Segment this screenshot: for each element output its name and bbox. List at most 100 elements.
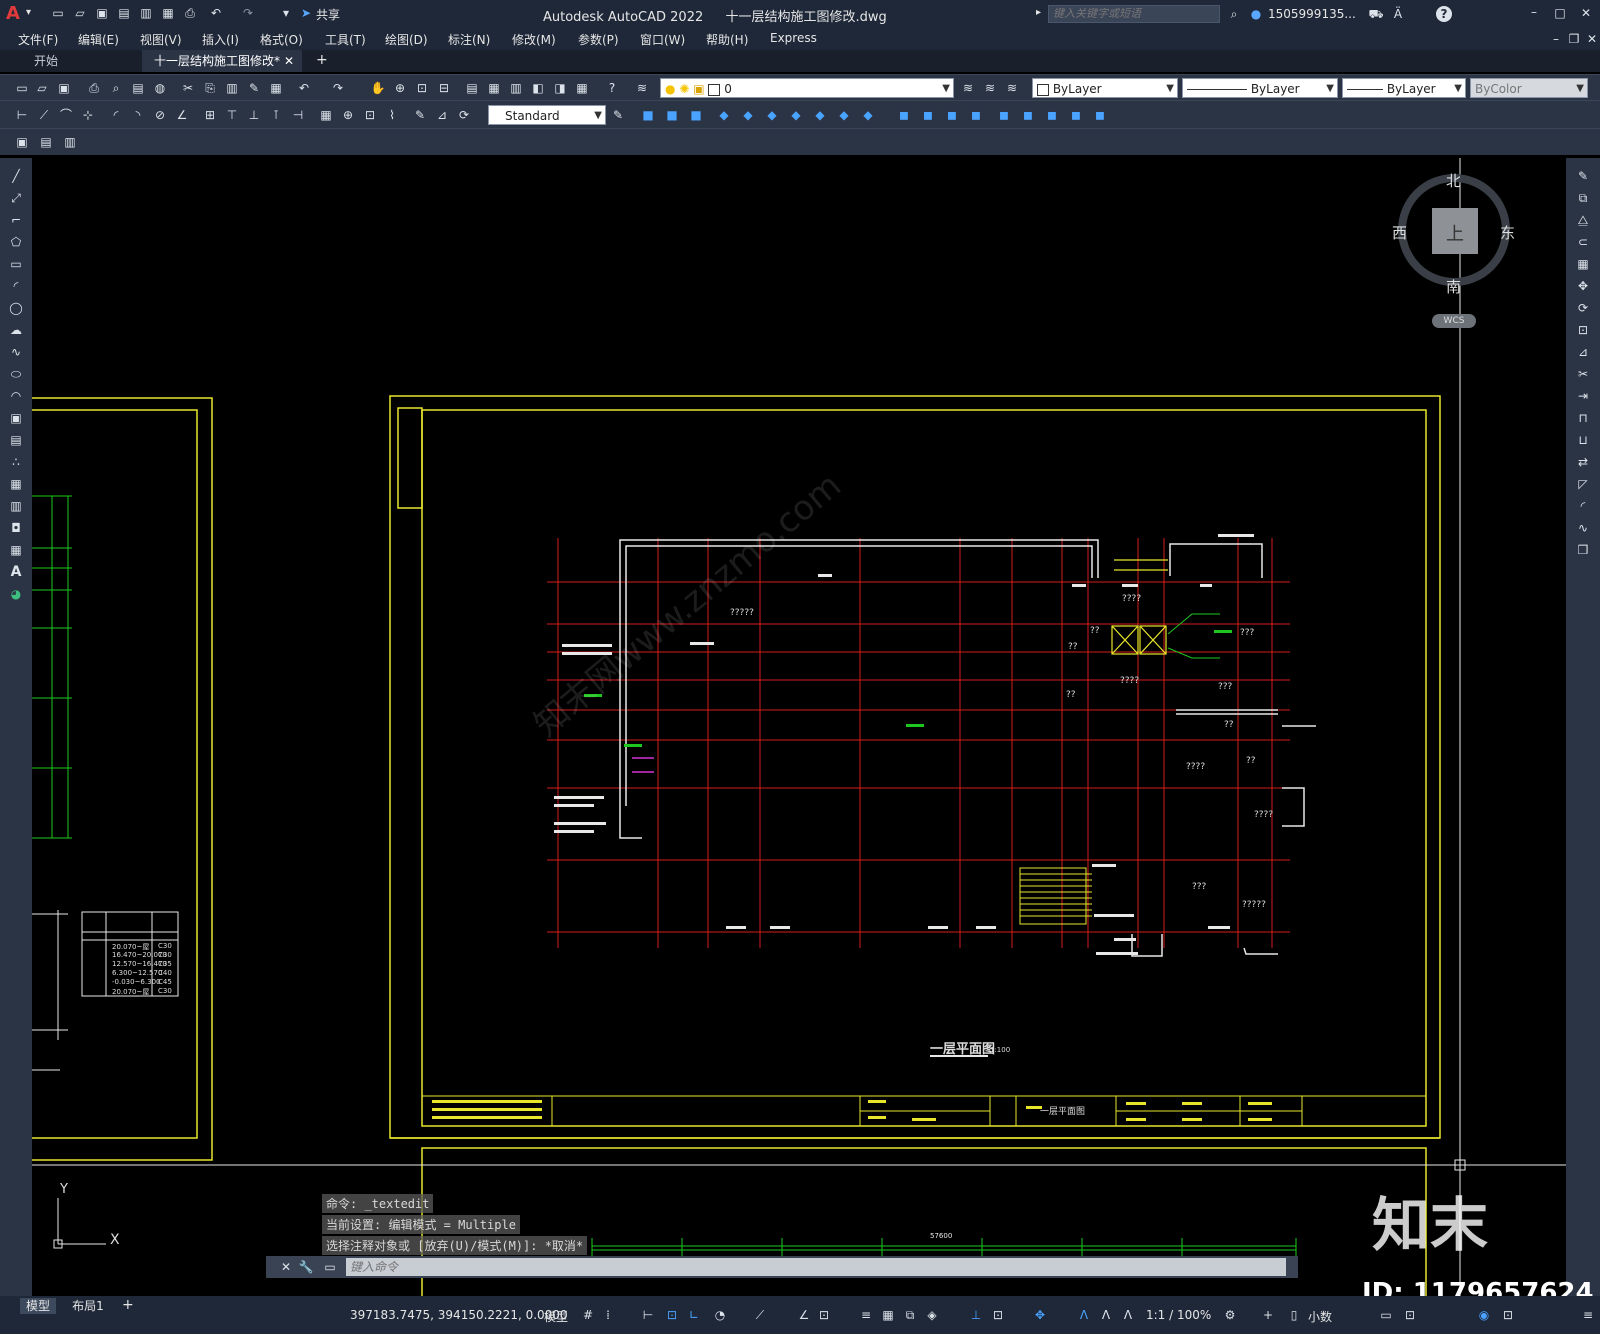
3d-union-icon[interactable]: ◼ [896, 107, 912, 123]
menu-file[interactable]: 文件(F) [18, 31, 58, 48]
viewcube-south[interactable]: 南 [1446, 276, 1461, 297]
layer-manager-icon[interactable]: ≋ [634, 80, 650, 96]
menu-format[interactable]: 格式(O) [260, 31, 303, 48]
inspect-icon[interactable]: ⊡ [362, 107, 378, 123]
menu-express[interactable]: Express [770, 31, 817, 45]
user-icon[interactable]: ● [1248, 6, 1264, 22]
plot-preview-icon[interactable]: ⌕ [108, 80, 124, 96]
block-editor-icon[interactable]: ▦ [268, 80, 284, 96]
help-icon[interactable]: ? [1436, 6, 1452, 22]
menu-help[interactable]: 帮助(H) [706, 31, 748, 48]
annotation-scale-icon[interactable]: Ʌ [1120, 1307, 1136, 1323]
dynamic-ucs-icon[interactable]: ⊥ [968, 1307, 984, 1323]
dim-continue-icon[interactable]: ⊥ [246, 107, 262, 123]
viewcube-west[interactable]: 西 [1392, 222, 1407, 243]
3d-move-icon[interactable]: ◼ [996, 107, 1012, 123]
dim-radius-icon[interactable]: ◜ [108, 107, 124, 123]
hatch-icon[interactable]: ▦ [8, 476, 24, 492]
erase-icon[interactable]: ✎ [1575, 168, 1591, 184]
user-name[interactable]: 1505999135... [1268, 7, 1356, 21]
ellipse-arc-icon[interactable]: ◠ [8, 388, 24, 404]
doc-close-icon[interactable]: ✕ [1584, 31, 1600, 47]
3d-sphere-icon[interactable]: ◆ [716, 107, 732, 123]
customization-icon[interactable]: ≡ [1580, 1307, 1596, 1323]
layer-state-icon[interactable]: ≋ [1004, 80, 1020, 96]
isolate-objects-icon[interactable]: ◉ [1476, 1307, 1492, 1323]
help-tb-icon[interactable]: ? [604, 80, 620, 96]
selection-cycling-icon[interactable]: ⧉ [902, 1307, 918, 1323]
lock-icon[interactable]: ▣ [693, 82, 704, 96]
dim-edit-icon[interactable]: ✎ [412, 107, 428, 123]
array-icon[interactable]: ▦ [1575, 256, 1591, 272]
new-tab-button[interactable]: + [316, 52, 328, 68]
explode-icon[interactable]: ❒ [1575, 542, 1591, 558]
break-icon[interactable]: ⊔ [1575, 432, 1591, 448]
pan-icon[interactable]: ✋ [370, 80, 386, 96]
new-icon[interactable]: ▭ [50, 5, 66, 21]
rotate-icon[interactable]: ⟳ [1575, 300, 1591, 316]
search-expand-icon[interactable]: ▸ [1036, 7, 1041, 18]
offset-icon[interactable]: ⊂ [1575, 234, 1591, 250]
3d-revolve-icon[interactable]: ◆ [836, 107, 852, 123]
3d-rotate-icon[interactable]: ◼ [1020, 107, 1036, 123]
layout-tab-model[interactable]: 模型 [20, 1298, 56, 1314]
dim-arc-icon[interactable]: ⌒ [58, 107, 74, 123]
save-icon[interactable]: ▣ [94, 5, 110, 21]
dim-update-icon[interactable]: ⟳ [456, 107, 472, 123]
join-icon[interactable]: ⇄ [1575, 454, 1591, 470]
workspace-gear-icon[interactable]: ⚙ [1222, 1307, 1238, 1323]
redo-tb-icon[interactable]: ↷ [330, 80, 346, 96]
layout-tab-layout1[interactable]: 布局1 [66, 1298, 110, 1314]
object-snap-tracking-icon[interactable]: ∠ [796, 1307, 812, 1323]
trim-icon[interactable]: ✂ [1575, 366, 1591, 382]
extend-icon[interactable]: ⇥ [1575, 388, 1591, 404]
autodesk-a360-icon[interactable]: Ä [1390, 6, 1406, 22]
dim-linear-icon[interactable]: ⊢ [14, 107, 30, 123]
sheet-set-icon[interactable]: ◧ [530, 80, 546, 96]
construction-line-icon[interactable]: ⤢ [8, 190, 24, 206]
chamfer-icon[interactable]: ◸ [1575, 476, 1591, 492]
block-attribute-icon[interactable]: ▥ [62, 134, 78, 150]
save-file-icon[interactable]: ▣ [56, 80, 72, 96]
zoom-realtime-icon[interactable]: ⊕ [392, 80, 408, 96]
dimstyle-dropdown[interactable]: Standard ▼ [488, 105, 606, 125]
markup-icon[interactable]: ◨ [552, 80, 568, 96]
3d-torus-icon[interactable]: ◆ [764, 107, 780, 123]
print-icon[interactable]: ⎙ [182, 5, 198, 21]
gradient-icon[interactable]: ▥ [8, 498, 24, 514]
units-value[interactable]: 小数 [1308, 1308, 1332, 1325]
dim-baseline-icon[interactable]: ⊤ [224, 107, 240, 123]
plotstyle-dropdown[interactable]: ByColor ▼ [1470, 78, 1588, 98]
dim-diameter-icon[interactable]: ⊘ [152, 107, 168, 123]
command-customize-icon[interactable]: 🔧 [298, 1259, 314, 1275]
dim-style-icon[interactable]: ✎ [610, 107, 626, 123]
doc-restore-icon[interactable]: ❐ [1566, 31, 1582, 47]
qnew-icon[interactable]: ▭ [14, 80, 30, 96]
region-icon[interactable]: ◘ [8, 520, 24, 536]
command-input[interactable] [346, 1258, 1286, 1276]
add-selected-icon[interactable]: ◕ [8, 586, 24, 602]
layer-dropdown[interactable]: ● ✺ ▣ 0 ▼ [660, 78, 954, 98]
auto-scale-icon[interactable]: Ʌ [1098, 1307, 1114, 1323]
point-icon[interactable]: ∴ [8, 454, 24, 470]
lock-ui-icon[interactable]: ⊡ [1402, 1307, 1418, 1323]
paste-icon[interactable]: ▥ [224, 80, 240, 96]
dim-break-icon[interactable]: ⊣ [290, 107, 306, 123]
make-block-icon[interactable]: ▤ [8, 432, 24, 448]
isodraft-icon[interactable]: ⟋ [752, 1307, 768, 1323]
3d-pyramid-icon[interactable]: ◆ [788, 107, 804, 123]
object-snap-icon[interactable]: ⊡ [816, 1307, 832, 1323]
annotation-visibility-icon[interactable]: Ʌ [1076, 1307, 1092, 1323]
plot-icon[interactable]: ⎙ [86, 80, 102, 96]
menu-view[interactable]: 视图(V) [140, 31, 182, 48]
dim-angular-icon[interactable]: ∠ [174, 107, 190, 123]
publish-icon[interactable]: ▤ [130, 80, 146, 96]
linetype-dropdown[interactable]: ByLayer ▼ [1182, 78, 1338, 98]
model-space-toggle[interactable]: 模型 [544, 1308, 568, 1325]
3d-mirror-icon[interactable]: ◼ [1068, 107, 1084, 123]
menu-insert[interactable]: 插入(I) [202, 31, 239, 48]
blend-icon[interactable]: ∿ [1575, 520, 1591, 536]
viewcube-north[interactable]: 北 [1446, 170, 1461, 191]
rectangle-icon[interactable]: ▭ [8, 256, 24, 272]
add-layout-button[interactable]: + [122, 1297, 134, 1313]
